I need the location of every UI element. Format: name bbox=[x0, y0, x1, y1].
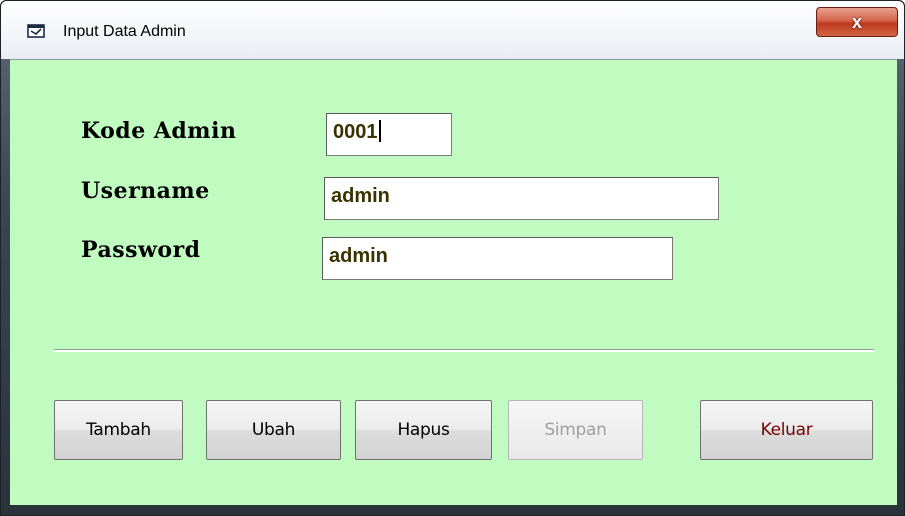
form-panel: Kode Admin 0001 Username admin Password … bbox=[10, 59, 897, 505]
title-bar[interactable]: Input Data Admin x bbox=[1, 1, 904, 59]
close-x-icon: x bbox=[851, 12, 862, 32]
password-value: admin bbox=[329, 245, 388, 267]
kode-admin-label: Kode Admin bbox=[81, 118, 237, 144]
username-value: admin bbox=[331, 185, 390, 207]
text-caret bbox=[378, 120, 381, 142]
username-label: Username bbox=[81, 178, 210, 204]
hapus-button[interactable]: Hapus bbox=[355, 400, 492, 460]
ubah-button[interactable]: Ubah bbox=[206, 400, 341, 460]
form-window-icon bbox=[27, 23, 45, 39]
simpan-button[interactable]: Simpan bbox=[508, 400, 643, 460]
username-input[interactable]: admin bbox=[324, 177, 719, 220]
keluar-button[interactable]: Keluar bbox=[700, 400, 873, 460]
separator-line bbox=[54, 349, 874, 352]
kode-admin-input[interactable]: 0001 bbox=[326, 113, 452, 156]
close-button[interactable]: x bbox=[816, 7, 898, 37]
window-title: Input Data Admin bbox=[63, 23, 186, 40]
password-label: Password bbox=[81, 237, 201, 263]
dialog-window: Input Data Admin x Kode Admin 0001 Usern… bbox=[0, 0, 905, 516]
tambah-button[interactable]: Tambah bbox=[54, 400, 183, 460]
kode-admin-value: 0001 bbox=[333, 121, 378, 143]
password-input[interactable]: admin bbox=[322, 237, 673, 280]
